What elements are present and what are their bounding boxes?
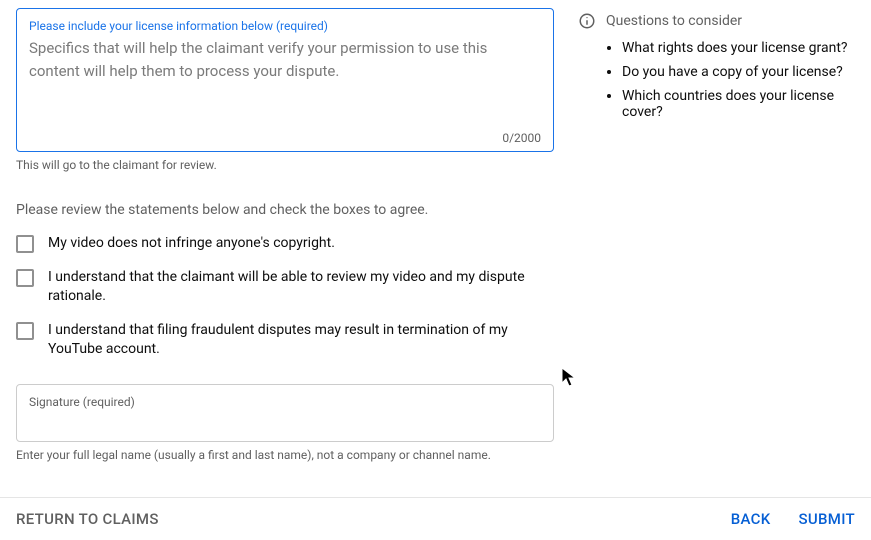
checkbox-label: I understand that filing fraudulent disp…	[48, 321, 554, 360]
question-item: Which countries does your license cover?	[622, 88, 855, 120]
license-info-textarea-placeholder: Specifics that will help the claimant ve…	[29, 37, 541, 129]
character-count: 0/2000	[29, 129, 541, 147]
checkbox-icon	[16, 235, 34, 253]
checkbox-fraud-consequence[interactable]: I understand that filing fraudulent disp…	[16, 321, 554, 360]
return-to-claims-button[interactable]: RETURN TO CLAIMS	[16, 510, 159, 528]
license-info-field[interactable]: Please include your license information …	[16, 8, 554, 152]
signature-helper-text: Enter your full legal name (usually a fi…	[16, 448, 554, 462]
checkbox-label: My video does not infringe anyone's copy…	[48, 234, 335, 254]
submit-button[interactable]: SUBMIT	[799, 510, 855, 528]
license-info-label: Please include your license information …	[29, 19, 541, 33]
question-item: What rights does your license grant?	[622, 40, 855, 56]
questions-heading: Questions to consider	[606, 13, 742, 29]
license-helper-text: This will go to the claimant for review.	[16, 158, 554, 172]
checkbox-label: I understand that the claimant will be a…	[48, 268, 554, 307]
footer-bar: RETURN TO CLAIMS BACK SUBMIT	[0, 497, 871, 540]
checkbox-claimant-review[interactable]: I understand that the claimant will be a…	[16, 268, 554, 307]
signature-field[interactable]: Signature (required)	[16, 384, 554, 442]
questions-sidebar: Questions to consider What rights does y…	[578, 8, 855, 462]
checkbox-no-infringe[interactable]: My video does not infringe anyone's copy…	[16, 234, 554, 254]
back-button[interactable]: BACK	[731, 510, 771, 528]
statements-intro: Please review the statements below and c…	[16, 202, 554, 218]
info-icon	[578, 12, 596, 30]
question-item: Do you have a copy of your license?	[622, 64, 855, 80]
checkbox-icon	[16, 269, 34, 287]
signature-label: Signature (required)	[29, 395, 541, 409]
checkbox-icon	[16, 322, 34, 340]
